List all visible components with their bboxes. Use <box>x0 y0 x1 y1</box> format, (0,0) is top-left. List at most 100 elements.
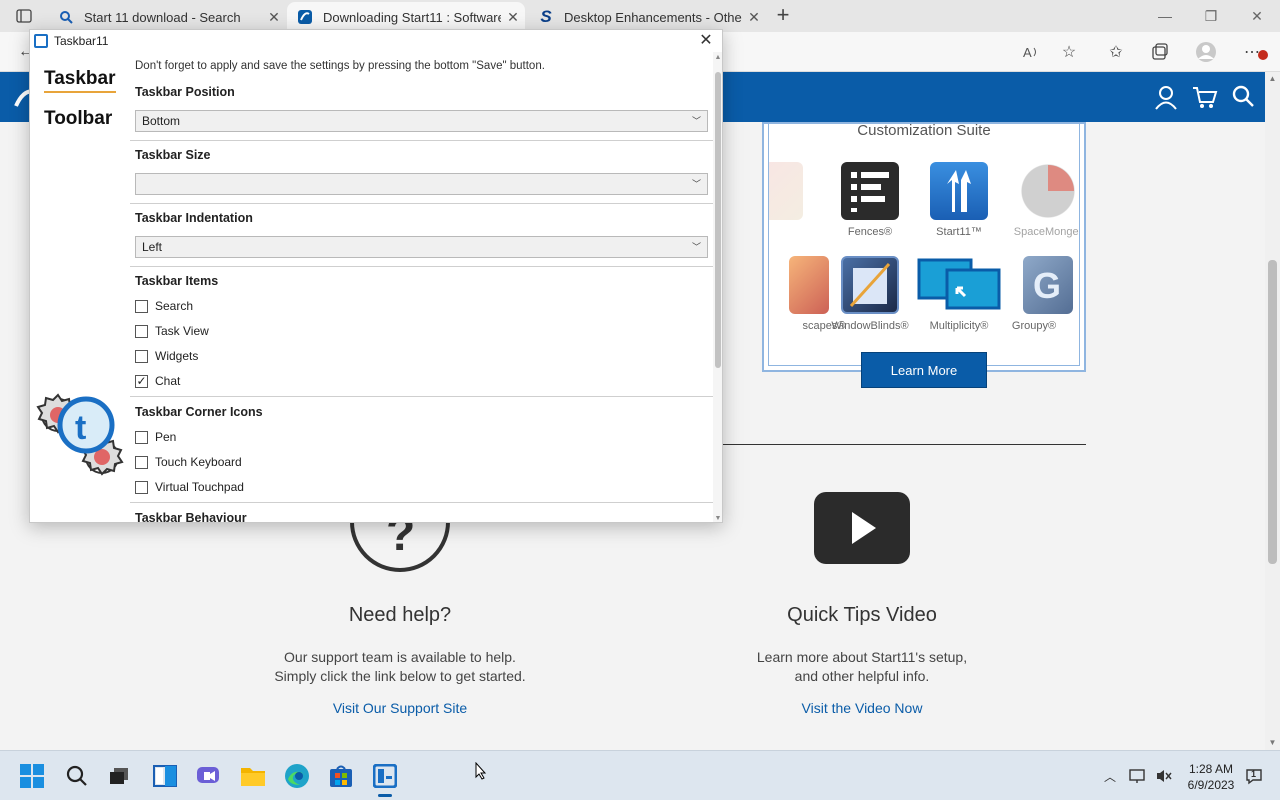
position-dropdown[interactable]: Bottom ﹀ <box>135 110 708 132</box>
page-scrollbar[interactable]: ▲ ▼ <box>1265 72 1280 750</box>
checkbox-search[interactable]: Search <box>135 298 193 314</box>
cart-icon[interactable] <box>1192 84 1218 110</box>
indentation-value: Left <box>142 240 163 254</box>
checkbox-widgets[interactable]: Widgets <box>135 348 198 364</box>
taskbar11-logo-icon: t <box>34 389 126 481</box>
start-button-icon[interactable] <box>17 761 47 791</box>
checkbox-box[interactable] <box>135 324 148 338</box>
new-tab-button[interactable]: + <box>770 4 796 28</box>
tab-title: Desktop Enhancements - Other <box>564 9 742 25</box>
dialog-nav: Taskbar Toolbar t <box>30 52 130 522</box>
indentation-dropdown[interactable]: Left ﹀ <box>135 236 708 258</box>
restore-button[interactable]: ❐ <box>1188 0 1234 32</box>
network-icon[interactable] <box>1128 766 1148 786</box>
checkbox-box[interactable] <box>135 349 148 363</box>
size-dropdown[interactable]: ﹀ <box>135 173 708 195</box>
stardock-s-icon: S <box>540 7 552 26</box>
checkbox-label: Search <box>155 299 194 313</box>
show-hidden-icons-icon[interactable]: ︿ <box>1100 766 1120 786</box>
scroll-down-icon[interactable]: ▼ <box>713 515 722 522</box>
help-line-2: Simply click the link below to get start… <box>274 668 526 684</box>
fences-icon <box>841 162 899 220</box>
dialog-scroll-thumb[interactable] <box>715 72 721 368</box>
chat-icon[interactable] <box>193 761 223 791</box>
checkbox-box[interactable] <box>135 299 148 313</box>
tab-title: Downloading Start11 : Software <box>323 9 501 25</box>
task-view-icon[interactable] <box>104 761 134 791</box>
profile-avatar-icon[interactable] <box>1194 40 1218 64</box>
tab-desktop-enhancements[interactable]: S Desktop Enhancements - Other ✕ <box>528 2 766 32</box>
app-tile-windowblinds[interactable]: WindowBlinds® <box>825 256 915 332</box>
windowblinds-icon <box>841 256 899 314</box>
video-play-icon <box>814 492 910 564</box>
more-menu-icon[interactable]: ⋯ <box>1240 40 1268 64</box>
checkbox-box[interactable]: ✓ <box>135 374 148 388</box>
search-icon[interactable] <box>62 761 92 791</box>
close-window-button[interactable]: ✕ <box>1234 0 1280 32</box>
checkbox-task-view[interactable]: Task View <box>135 323 209 339</box>
checkbox-box[interactable] <box>135 430 148 444</box>
app-tile-fences[interactable]: Fences® <box>825 162 915 238</box>
tab-downloading-start11[interactable]: Downloading Start11 : Software ✕ <box>287 2 525 32</box>
widgets-icon[interactable] <box>150 761 180 791</box>
search-icon[interactable] <box>1231 84 1257 110</box>
checkbox-box[interactable] <box>135 480 148 494</box>
video-heading: Quick Tips Video <box>787 604 937 626</box>
video-link[interactable]: Visit the Video Now <box>682 700 1042 716</box>
minimize-button[interactable]: — <box>1142 0 1188 32</box>
divider <box>130 140 713 141</box>
scroll-up-icon[interactable]: ▲ <box>1267 74 1278 84</box>
checkbox-label: Pen <box>155 430 177 444</box>
windows-taskbar: ︿ 1:28 AM 6/9/2023 1 <box>0 750 1280 800</box>
deskscapes-icon <box>789 256 829 314</box>
system-clock[interactable]: 1:28 AM 6/9/2023 <box>1180 761 1242 793</box>
app-tile-multiplicity[interactable]: Multiplicity® <box>914 256 1004 332</box>
nav-taskbar[interactable]: Taskbar <box>44 68 115 90</box>
dialog-scrollbar[interactable]: ▲ ▼ <box>713 52 722 522</box>
scroll-up-icon[interactable]: ▲ <box>713 54 722 61</box>
account-icon[interactable] <box>1153 84 1179 110</box>
dialog-close-button[interactable]: ✕ <box>696 31 716 51</box>
app-tile-groupy[interactable]: G Groupy® <box>1003 256 1079 332</box>
notification-center-icon[interactable]: 1 <box>1244 766 1264 786</box>
taskbar11-app-icon[interactable] <box>370 761 400 797</box>
edge-icon[interactable] <box>282 761 312 791</box>
nav-toolbar[interactable]: Toolbar <box>44 108 112 130</box>
read-aloud-icon[interactable]: A <box>1020 40 1044 64</box>
collections-icon[interactable] <box>1148 40 1172 64</box>
tab-search[interactable]: Start 11 download - Search ✕ <box>48 2 286 32</box>
chevron-down-icon: ﹀ <box>691 179 701 189</box>
app-tile-spacemonger[interactable]: SpaceMonger <box>1003 162 1080 238</box>
file-explorer-icon[interactable] <box>238 761 268 791</box>
clock-date: 6/9/2023 <box>1187 778 1235 792</box>
svg-text:t: t <box>75 409 86 447</box>
checkbox-box[interactable] <box>135 455 148 469</box>
app-tile-partial[interactable] <box>769 162 819 226</box>
scroll-down-icon[interactable]: ▼ <box>1267 738 1278 748</box>
divider <box>130 203 713 204</box>
checkbox-label: Widgets <box>155 349 199 363</box>
volume-muted-icon[interactable] <box>1154 766 1174 786</box>
app-label: SpaceMonger <box>1013 226 1080 238</box>
favorites-icon[interactable]: ✩ <box>1104 40 1128 64</box>
add-favorite-icon[interactable]: ☆ <box>1057 40 1081 64</box>
browser-tab-strip: Start 11 download - Search ✕ Downloading… <box>0 0 1280 32</box>
learn-more-button[interactable]: Learn More <box>861 352 987 388</box>
app-tile-start11[interactable]: Start11™ <box>914 162 1004 238</box>
search-icon <box>58 9 74 25</box>
divider <box>130 396 713 397</box>
items-label: Taskbar Items <box>135 274 219 288</box>
page-scroll-thumb[interactable] <box>1268 260 1277 564</box>
checkbox-chat[interactable]: ✓ Chat <box>135 373 180 389</box>
store-icon[interactable] <box>326 761 356 791</box>
close-tab-icon[interactable]: ✕ <box>501 9 525 26</box>
mouse-cursor-icon <box>475 761 487 780</box>
tab-actions-icon[interactable] <box>8 6 40 26</box>
divider <box>720 444 1086 445</box>
checkbox-pen[interactable]: Pen <box>135 429 176 445</box>
checkbox-touch-keyboard[interactable]: Touch Keyboard <box>135 454 242 470</box>
support-site-link[interactable]: Visit Our Support Site <box>220 700 580 716</box>
checkbox-virtual-touchpad[interactable]: Virtual Touchpad <box>135 479 244 495</box>
close-tab-icon[interactable]: ✕ <box>262 9 286 26</box>
close-tab-icon[interactable]: ✕ <box>742 9 766 26</box>
